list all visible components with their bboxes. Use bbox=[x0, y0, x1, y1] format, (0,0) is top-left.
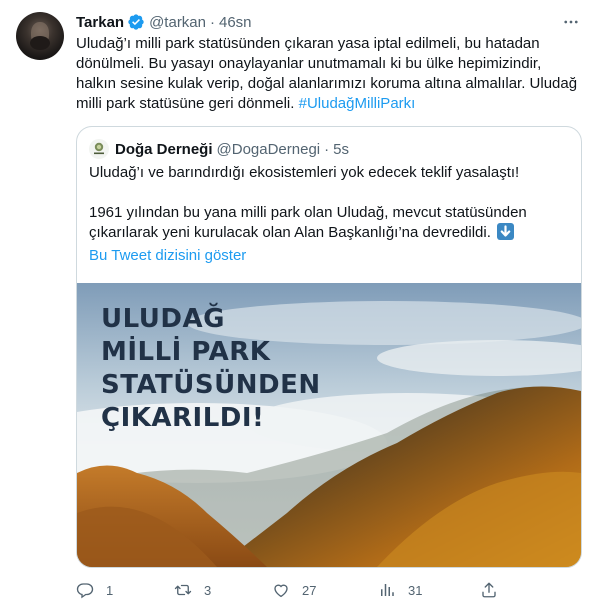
author-handle[interactable]: @tarkan bbox=[149, 14, 206, 31]
retweet-count: 3 bbox=[204, 582, 212, 598]
avatar-beard bbox=[30, 36, 50, 50]
views-count: 31 bbox=[408, 582, 423, 598]
quoted-line-with-emoji: çıkarılarak yeni kurulacak olan Alan Baş… bbox=[89, 223, 571, 243]
share-button[interactable] bbox=[480, 578, 510, 602]
reply-count: 1 bbox=[106, 582, 114, 598]
quoted-tweet-body: Uludağ’ı ve barındırdığı ekosistemleri y… bbox=[89, 163, 571, 243]
tweet-line: Uludağ’ı milli park statüsünden çıkaran … bbox=[76, 35, 540, 52]
quoted-tweet[interactable]: Doğa Derneği @DogaDernegi · 5s Uludağ’ı … bbox=[76, 126, 582, 568]
quoted-tweet-header: Doğa Derneği @DogaDernegi · 5s bbox=[89, 139, 349, 159]
image-headline: ULUDAĞ MİLLİ PARK STATÜSÜNDEN ÇIKARILDI! bbox=[101, 303, 321, 435]
quoted-line: çıkarılarak yeni kurulacak olan Alan Baş… bbox=[89, 224, 491, 241]
tweet-card[interactable]: Tarkan @tarkan · 46sn Uludağ’ı milli par… bbox=[0, 0, 602, 610]
tweet-actions: 1 3 27 31 bbox=[76, 578, 506, 602]
hashtag-link[interactable]: #UludağMilliParkı bbox=[299, 95, 416, 112]
views-button[interactable]: 31 bbox=[378, 578, 422, 602]
headline-line: MİLLİ PARK bbox=[101, 337, 271, 367]
reply-button[interactable]: 1 bbox=[76, 578, 113, 602]
tweet-line-last: milli park statüsüne geri dönmeli. #Ulud… bbox=[76, 94, 586, 114]
retweet-icon bbox=[174, 584, 192, 596]
tweet-time[interactable]: 46sn bbox=[219, 14, 252, 31]
tweet-line: halkın sesine kulak verip, doğal alanlar… bbox=[76, 75, 578, 92]
like-button[interactable]: 27 bbox=[272, 578, 316, 602]
author-avatar[interactable] bbox=[16, 12, 64, 60]
more-options-button[interactable] bbox=[560, 12, 582, 32]
quoted-avatar[interactable] bbox=[89, 139, 109, 159]
tweet-header: Tarkan @tarkan · 46sn bbox=[76, 12, 252, 32]
more-icon bbox=[564, 20, 578, 24]
quoted-media-image[interactable]: ULUDAĞ MİLLİ PARK STATÜSÜNDEN ÇIKARILDI! bbox=[77, 283, 581, 567]
separator-dot: · bbox=[210, 13, 215, 31]
down-arrow-emoji-icon bbox=[497, 223, 515, 240]
views-icon bbox=[381, 584, 394, 596]
separator-dot: · bbox=[324, 140, 330, 158]
quoted-line: Uludağ’ı ve barındırdığı ekosistemleri y… bbox=[89, 164, 520, 181]
retweet-button[interactable]: 3 bbox=[174, 578, 211, 602]
quoted-line: 1961 yılından bu yana milli park olan Ul… bbox=[89, 204, 527, 221]
tweet-line: milli park statüsüne geri dönmeli. bbox=[76, 95, 295, 112]
show-thread-link[interactable]: Bu Tweet dizisini göster bbox=[89, 247, 246, 264]
quoted-author-name[interactable]: Doğa Derneği bbox=[115, 141, 213, 158]
verified-badge-icon bbox=[128, 14, 144, 30]
headline-line: ULUDAĞ bbox=[101, 304, 225, 334]
author-name[interactable]: Tarkan bbox=[76, 14, 124, 31]
quoted-tweet-time[interactable]: 5s bbox=[333, 141, 349, 158]
tweet-body: Uludağ’ı milli park statüsünden çıkaran … bbox=[76, 34, 586, 114]
quoted-author-handle[interactable]: @DogaDernegi bbox=[217, 141, 321, 158]
doga-logo-icon bbox=[94, 142, 104, 155]
share-icon bbox=[482, 582, 496, 598]
like-icon bbox=[274, 584, 288, 598]
reply-icon bbox=[76, 583, 94, 599]
headline-line: STATÜSÜNDEN bbox=[101, 370, 321, 400]
like-count: 27 bbox=[302, 582, 317, 598]
tweet-line: dönülmeli. Bu yasayı onaylayanlar unutma… bbox=[76, 55, 542, 72]
headline-line: ÇIKARILDI! bbox=[101, 403, 265, 433]
